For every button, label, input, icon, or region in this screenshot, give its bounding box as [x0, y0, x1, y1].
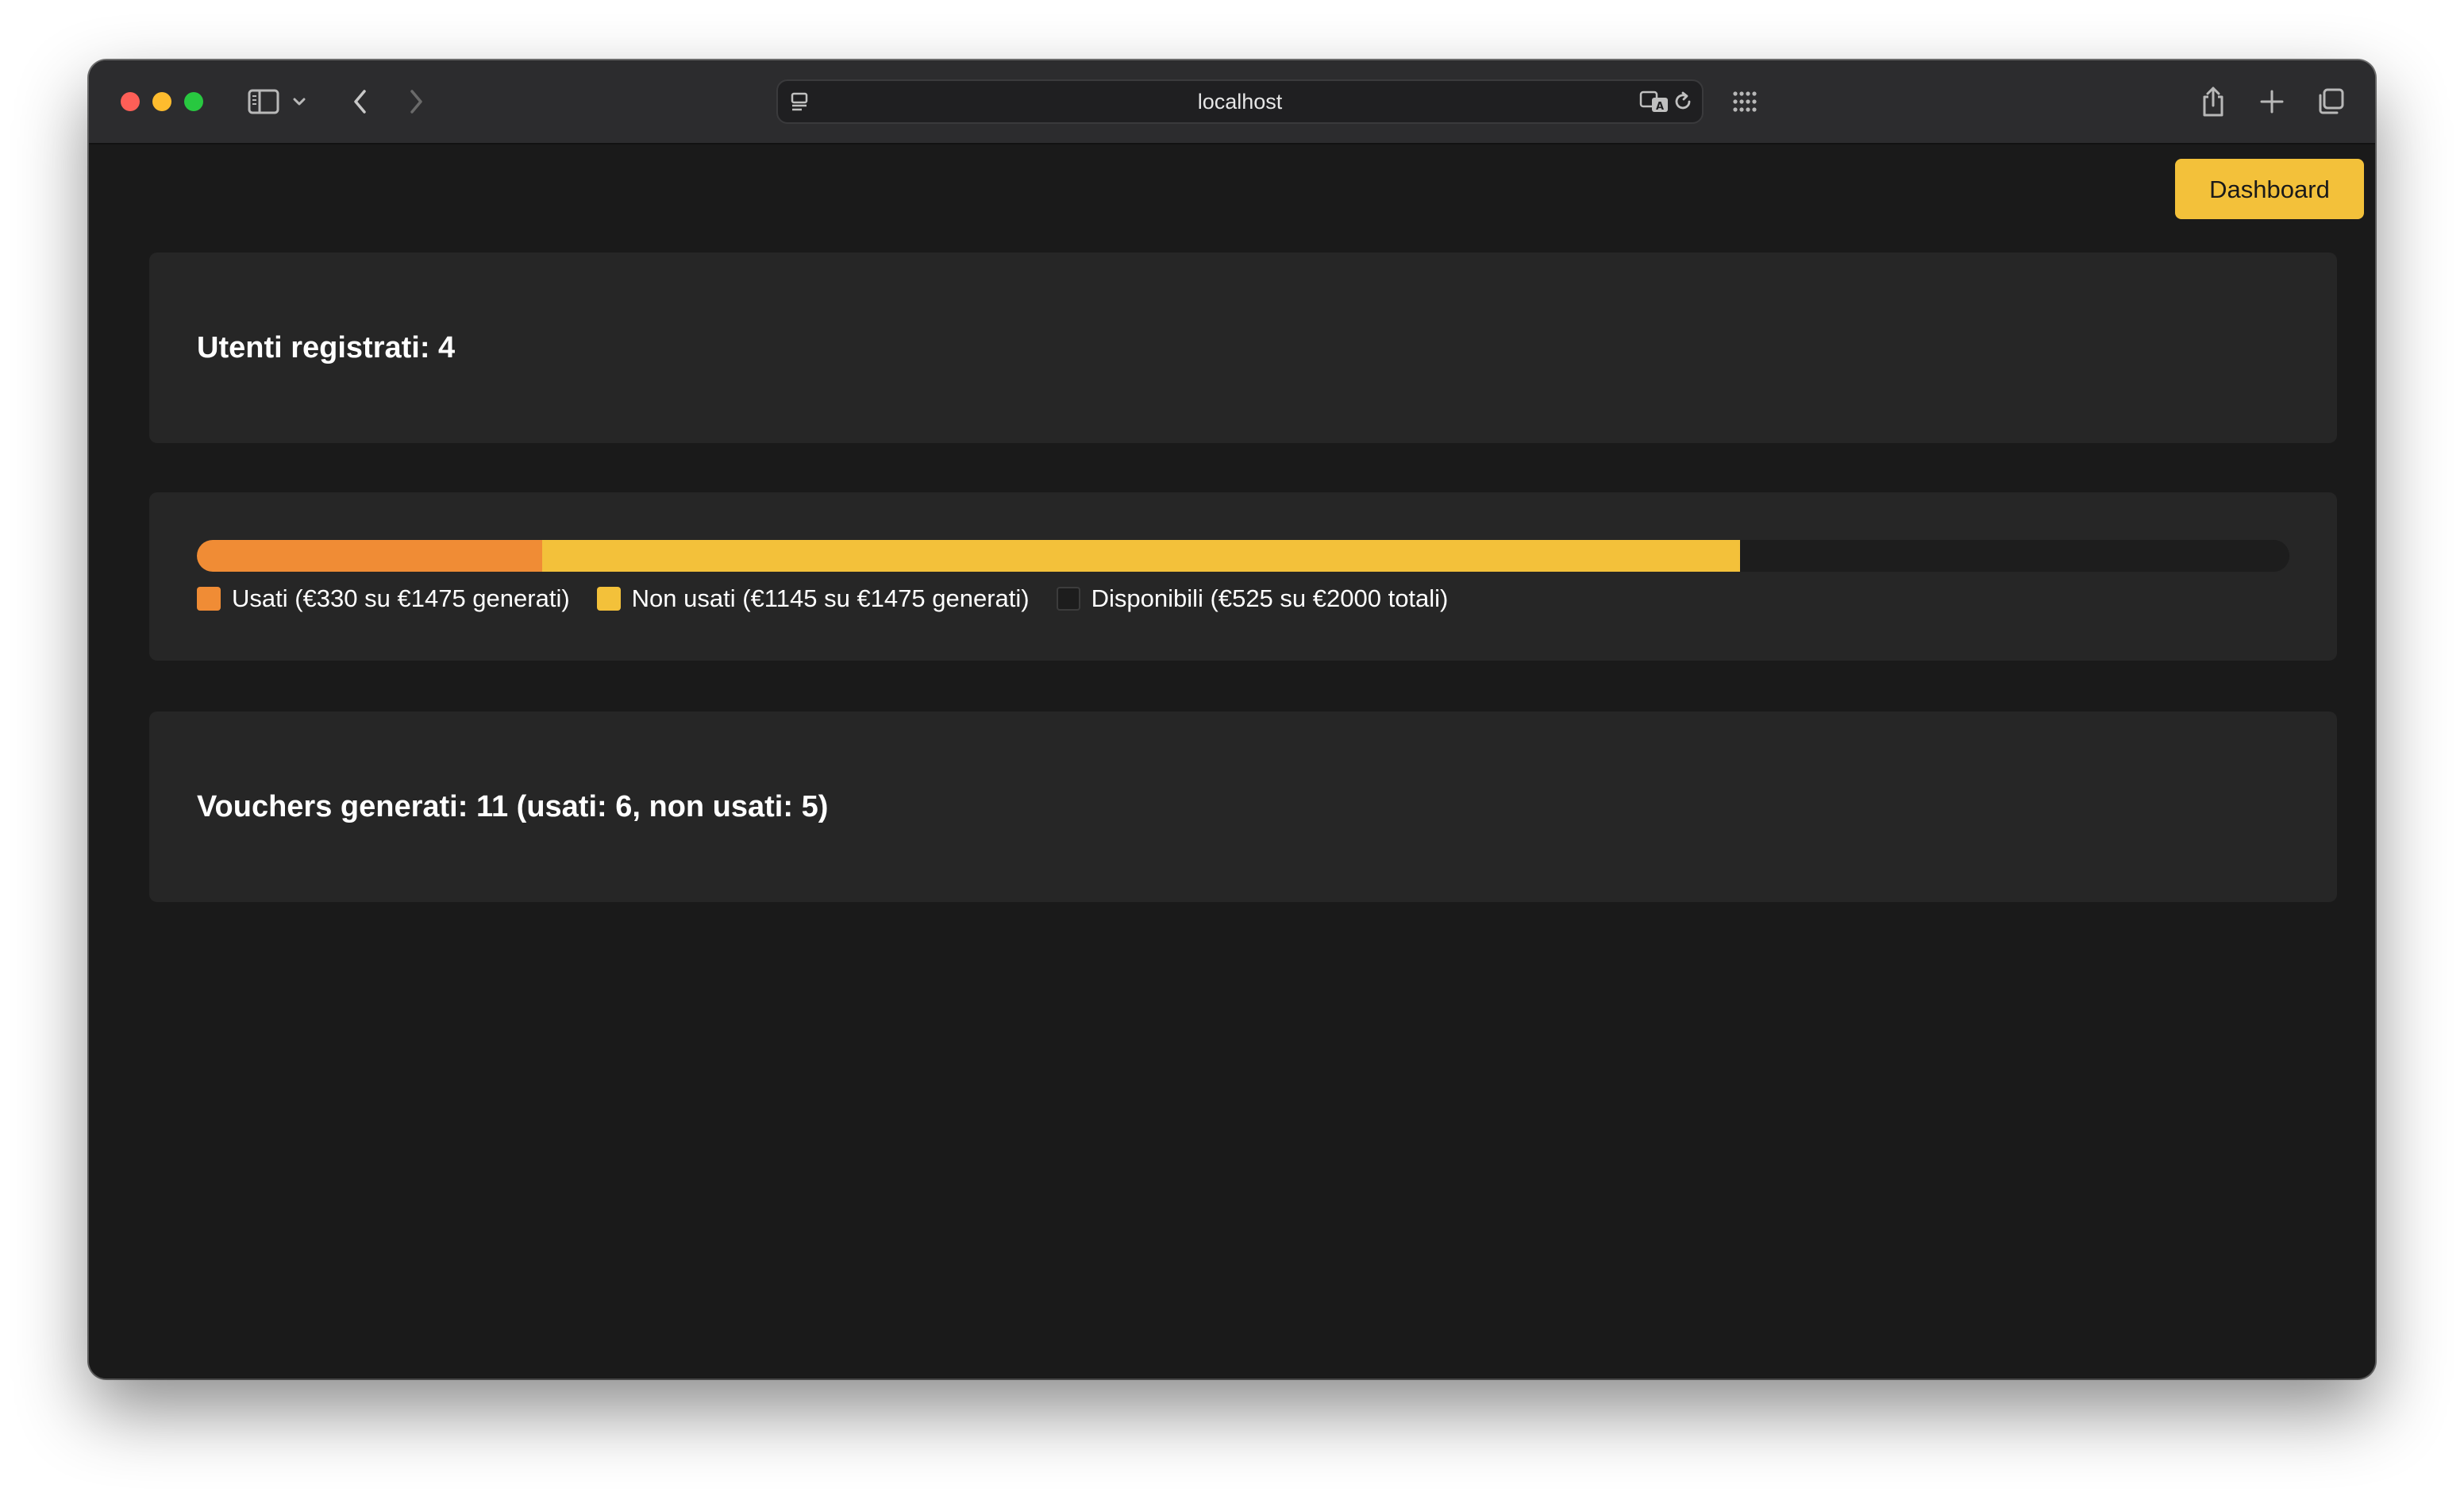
minimize-window-button[interactable]: [152, 92, 171, 111]
translate-icon[interactable]: A: [1638, 83, 1670, 121]
budget-progress-bar: [197, 540, 2289, 572]
unused-swatch: [596, 587, 621, 611]
vouchers-generated-count: Vouchers generati: 11 (usati: 6, non usa…: [197, 789, 829, 823]
legend-item-used: Usati (€330 su €1475 generati): [197, 584, 570, 613]
vouchers-card: Vouchers generati: 11 (usati: 6, non usa…: [149, 711, 2337, 902]
browser-toolbar: localhost A: [89, 60, 2375, 145]
available-segment: [1740, 540, 2289, 572]
registered-users-count: Utenti registrati: 4: [197, 330, 456, 364]
maximize-window-button[interactable]: [184, 92, 203, 111]
reload-icon[interactable]: [1670, 83, 1696, 121]
legend-item-unused: Non usati (€1145 su €1475 generati): [596, 584, 1030, 613]
share-icon[interactable]: [2196, 83, 2231, 121]
close-window-button[interactable]: [121, 92, 140, 111]
users-card: Utenti registrati: 4: [149, 253, 2337, 443]
extensions-grid-icon[interactable]: [1727, 83, 1762, 121]
budget-card: Usati (€330 su €1475 generati) Non usati…: [149, 492, 2337, 661]
chevron-down-icon[interactable]: [287, 83, 311, 121]
dashboard-button[interactable]: Dashboard: [2175, 159, 2364, 219]
tab-overview-icon[interactable]: [2313, 83, 2348, 121]
page-content: Dashboard Utenti registrati: 4 Usati (€3…: [89, 145, 2375, 1378]
legend-available-label: Disponibili (€525 su €2000 totali): [1091, 584, 1449, 612]
legend-item-available: Disponibili (€525 su €2000 totali): [1056, 584, 1449, 613]
browser-window: localhost A Dashboard Utenti registrati:…: [89, 60, 2375, 1378]
address-bar[interactable]: localhost A: [776, 79, 1704, 124]
back-arrow-icon[interactable]: [345, 83, 376, 121]
svg-text:A: A: [1656, 101, 1664, 113]
legend-unused-label: Non usati (€1145 su €1475 generati): [631, 584, 1030, 612]
url-text: localhost: [1197, 90, 1283, 114]
unused-segment: [541, 540, 1741, 572]
used-swatch: [197, 587, 221, 611]
sidebar-toggle-icon[interactable]: [244, 83, 283, 121]
available-swatch: [1056, 587, 1080, 611]
budget-legend: Usati (€330 su €1475 generati) Non usati…: [197, 581, 1475, 616]
new-tab-plus-icon[interactable]: [2254, 83, 2289, 121]
legend-used-label: Usati (€330 su €1475 generati): [232, 584, 570, 612]
used-segment: [197, 540, 542, 572]
forward-arrow-icon[interactable]: [400, 83, 432, 121]
